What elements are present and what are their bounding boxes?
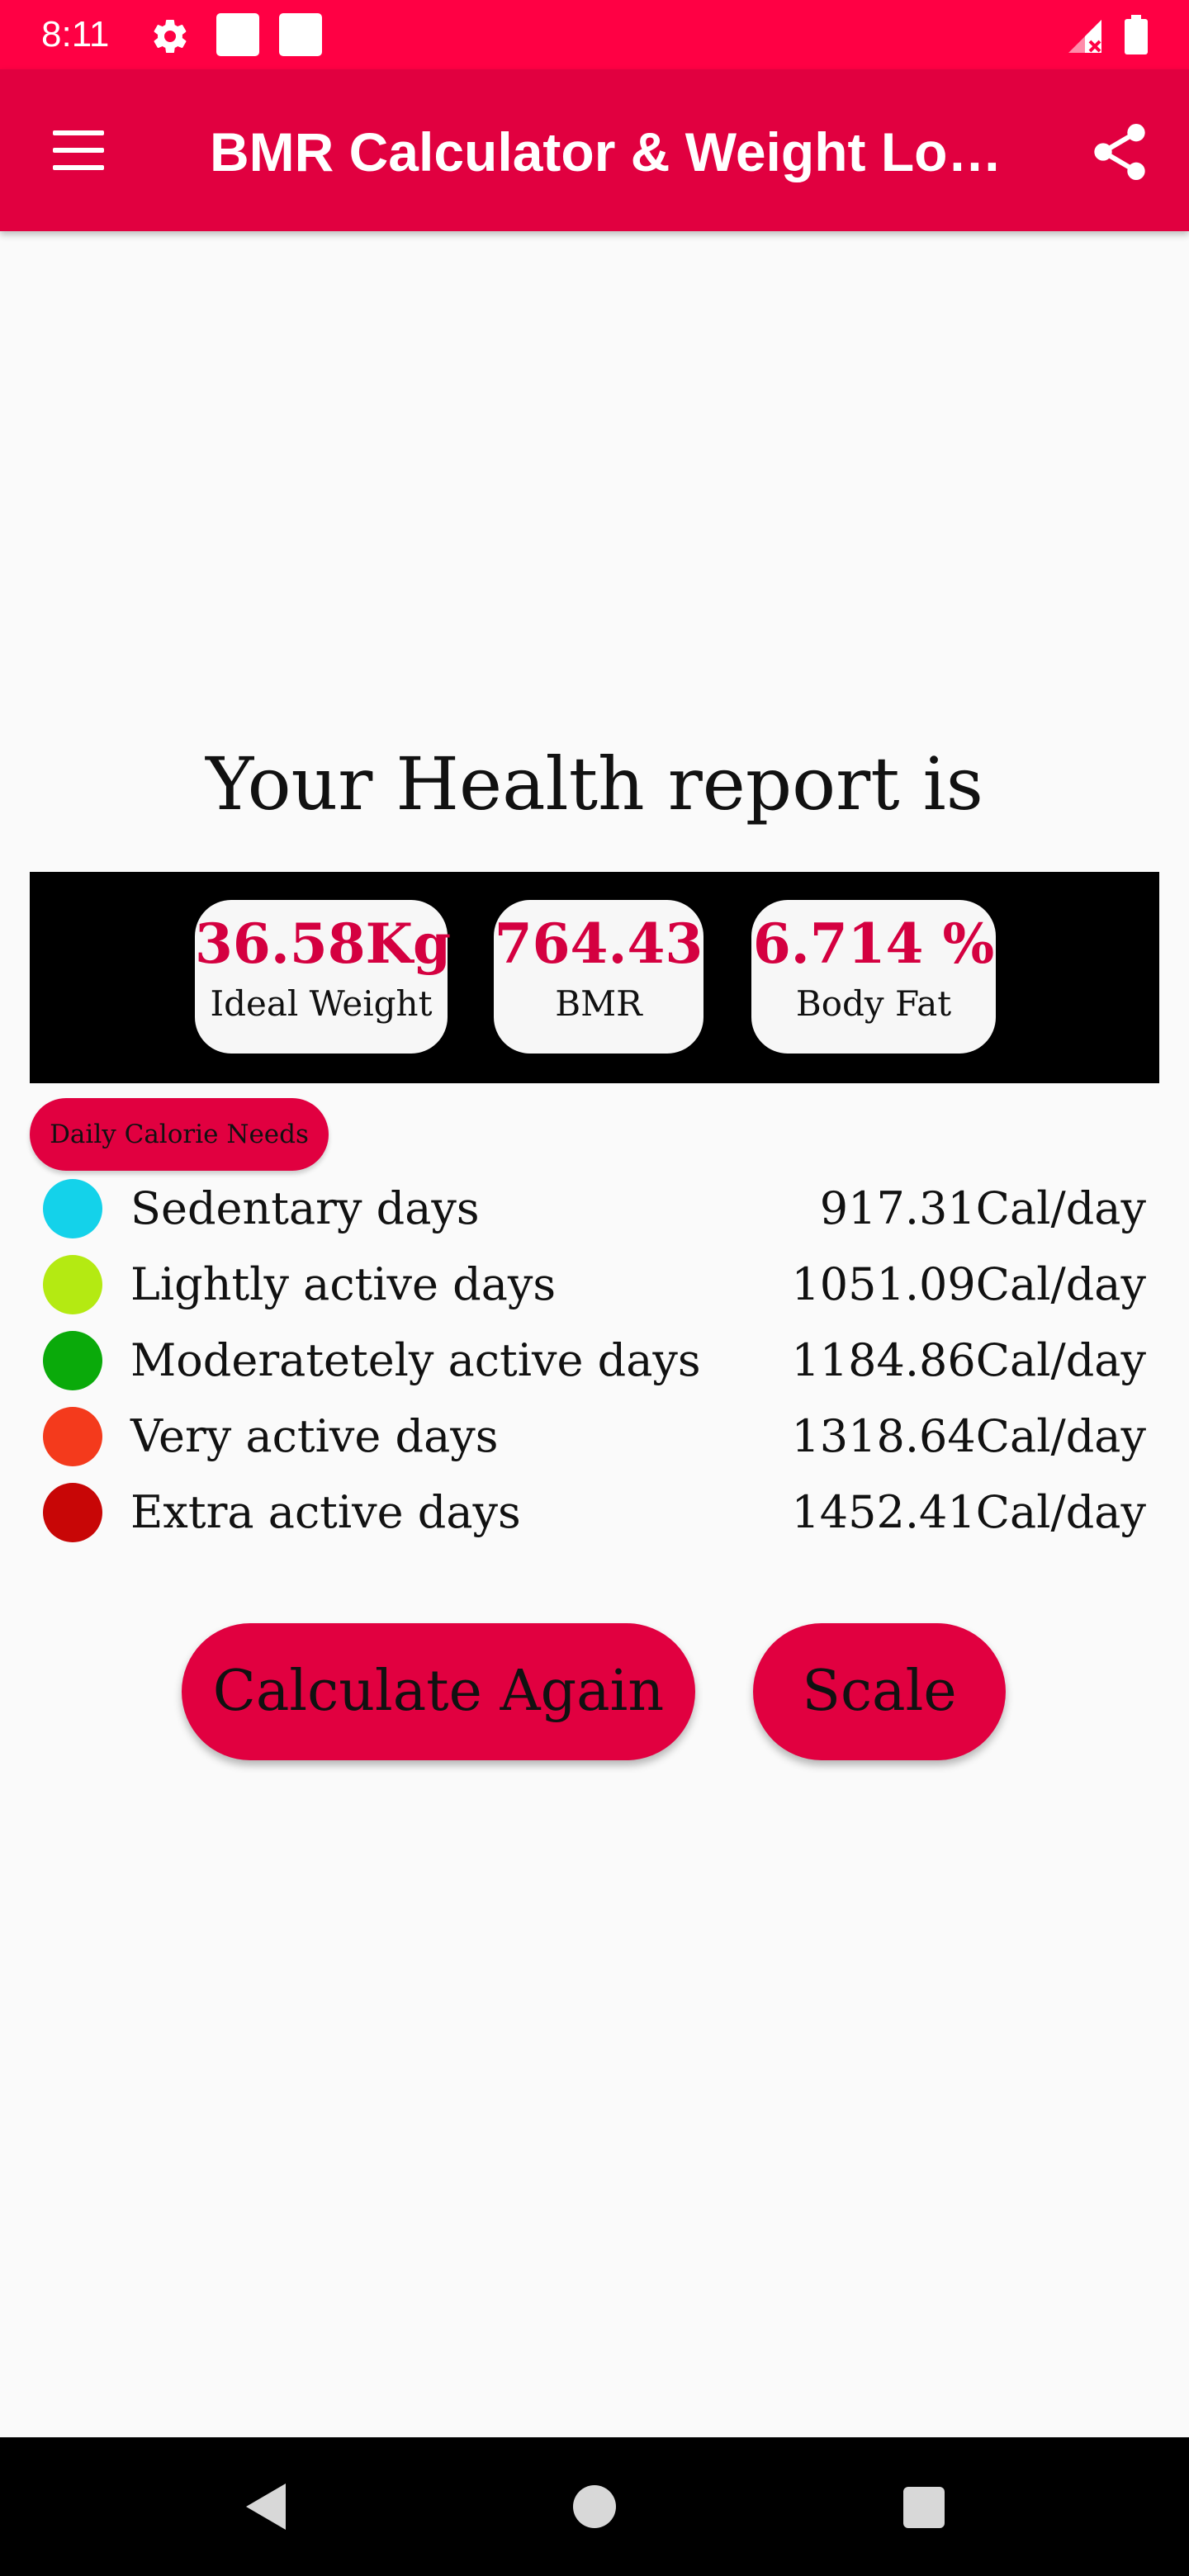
very-active-dot-icon	[43, 1407, 102, 1466]
calorie-row-value: 917.31Cal/day	[819, 1182, 1146, 1234]
status-time: 8:11	[41, 14, 110, 54]
notification-square-icon	[279, 13, 322, 56]
calorie-row-very-active: Very active days 1318.64Cal/day	[0, 1399, 1189, 1475]
hamburger-menu-icon[interactable]	[46, 125, 112, 175]
calorie-row-value: 1318.64Cal/day	[791, 1410, 1146, 1462]
calorie-row-label: Very active days	[130, 1410, 499, 1462]
calorie-row-sedentary: Sedentary days 917.31Cal/day	[0, 1171, 1189, 1247]
ideal-weight-card: 36.58Kg Ideal Weight	[195, 900, 452, 1054]
battery-icon	[1125, 15, 1148, 54]
ideal-weight-value: 36.58Kg	[195, 912, 452, 976]
extra-active-dot-icon	[43, 1483, 102, 1542]
bmr-label: BMR	[555, 983, 642, 1024]
sedentary-dot-icon	[43, 1179, 102, 1238]
navigation-bar	[0, 2437, 1189, 2576]
calorie-row-value: 1051.09Cal/day	[791, 1258, 1146, 1310]
moderately-active-dot-icon	[43, 1331, 102, 1390]
calorie-row-moderately-active: Moderatetely active days 1184.86Cal/day	[0, 1323, 1189, 1399]
report-title: Your Health report is	[206, 741, 983, 826]
calorie-row-label: Sedentary days	[130, 1182, 480, 1234]
share-icon[interactable]	[1087, 119, 1153, 185]
gear-icon	[154, 20, 187, 54]
app-title: BMR Calculator & Weight Loss Calculator	[210, 121, 1019, 182]
status-bar: 8:11	[0, 0, 1189, 69]
stats-band: 36.58Kg Ideal Weight 764.43 BMR 6.714 % …	[30, 872, 1159, 1083]
calorie-row-label: Moderatetely active days	[130, 1334, 701, 1386]
back-icon[interactable]	[239, 2480, 289, 2533]
calorie-row-lightly-active: Lightly active days 1051.09Cal/day	[0, 1247, 1189, 1323]
calorie-row-label: Lightly active days	[130, 1258, 557, 1310]
bmr-card: 764.43 BMR	[494, 900, 703, 1054]
home-icon[interactable]	[573, 2485, 616, 2528]
bmr-value: 764.43	[494, 912, 703, 976]
body-fat-card: 6.714 % Body Fat	[751, 900, 996, 1054]
signal-icon	[1068, 20, 1101, 53]
recents-icon[interactable]	[903, 2487, 945, 2528]
calorie-row-value: 1452.41Cal/day	[791, 1486, 1146, 1538]
ideal-weight-label: Ideal Weight	[210, 983, 433, 1024]
calorie-row-label: Extra active days	[130, 1486, 521, 1538]
lightly-active-dot-icon	[43, 1255, 102, 1314]
notification-square-icon	[216, 13, 259, 56]
body-fat-label: Body Fat	[795, 983, 952, 1024]
app-bar: BMR Calculator & Weight Loss Calculator	[0, 69, 1189, 231]
calorie-row-value: 1184.86Cal/day	[791, 1334, 1146, 1386]
body-fat-value: 6.714 %	[752, 912, 995, 976]
scale-button[interactable]: Scale	[753, 1623, 1006, 1760]
calculate-again-button[interactable]: Calculate Again	[182, 1623, 695, 1760]
calorie-row-extra-active: Extra active days 1452.41Cal/day	[0, 1475, 1189, 1551]
daily-calorie-needs-badge: Daily Calorie Needs	[30, 1098, 329, 1171]
